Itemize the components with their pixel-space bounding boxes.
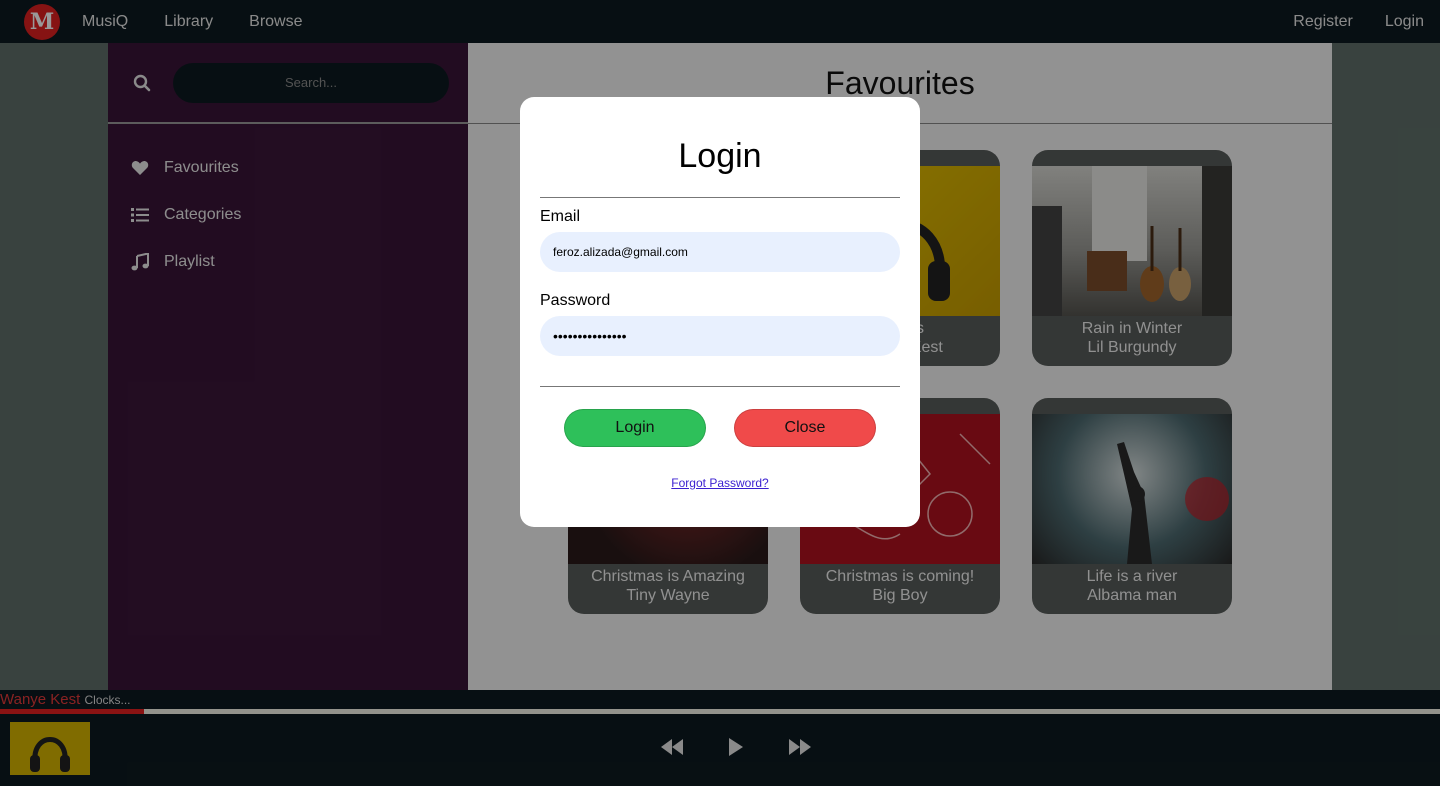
modal-divider — [540, 386, 900, 387]
password-field[interactable] — [540, 316, 900, 356]
forgot-password-link[interactable]: Forgot Password? — [520, 476, 920, 490]
login-modal: Login Email Password Login Close Forgot … — [520, 97, 920, 527]
login-button[interactable]: Login — [564, 409, 706, 447]
modal-button-row: Login Close — [520, 409, 920, 447]
modal-title: Login — [540, 97, 900, 198]
close-button[interactable]: Close — [734, 409, 876, 447]
email-field[interactable] — [540, 232, 900, 272]
password-label: Password — [540, 292, 611, 309]
email-label: Email — [540, 208, 581, 225]
